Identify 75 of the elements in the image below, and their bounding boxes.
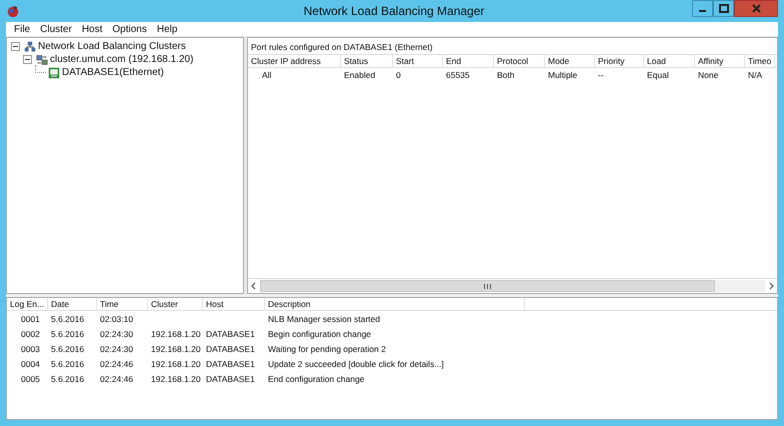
collapse-icon[interactable] <box>23 55 32 64</box>
column-header[interactable]: Log En... <box>7 298 48 310</box>
menu-item[interactable]: Host <box>76 24 108 34</box>
tree-item[interactable]: Network Load Balancing Clusters <box>38 41 186 52</box>
table-cell-text: 02:24:30 <box>99 328 134 340</box>
table-cell-text: 65535 <box>445 69 471 82</box>
network-icon <box>24 40 36 52</box>
column-header[interactable]: Cluster IP address <box>248 55 341 67</box>
column-header[interactable]: Host <box>203 298 265 310</box>
table-cell-text: Equal <box>646 69 670 82</box>
table-cell-text: 0005 <box>20 372 41 386</box>
table-cell-text: 5.6.2016 <box>50 342 86 356</box>
table-cell-text: DATABASE1 <box>205 358 256 370</box>
table-cell-text: NLB Manager session started <box>267 312 381 326</box>
menu-item[interactable]: Help <box>152 24 182 34</box>
column-header[interactable]: Priority <box>595 55 644 67</box>
table-cell-text: 5.6.2016 <box>50 328 86 340</box>
minimize-button[interactable] <box>692 0 713 17</box>
table-cell-text: DATABASE1 <box>205 342 256 356</box>
maximize-button[interactable] <box>713 0 734 17</box>
column-header[interactable]: Start <box>393 55 443 67</box>
column-header[interactable]: Cluster <box>148 298 203 310</box>
table-cell-text: Multiple <box>547 69 578 82</box>
table-cell-text: Enabled <box>343 69 376 82</box>
table-cell-text: N/A <box>747 69 764 82</box>
close-icon <box>752 4 760 13</box>
app-icon <box>6 4 20 18</box>
column-header[interactable]: Affinity <box>695 55 745 67</box>
table-cell-text: 0003 <box>20 342 41 356</box>
menu-item[interactable]: File <box>9 24 36 34</box>
table-cell-text: 02:24:46 <box>99 358 134 370</box>
column-header[interactable]: Protocol <box>494 55 545 67</box>
window-title: Network Load Balancing Manager <box>302 4 486 18</box>
column-header[interactable]: Time <box>97 298 148 310</box>
table-cell-text: Waiting for pending operation 2 <box>267 342 387 356</box>
table-cell-text: Update 2 succeeded [double click for details...] <box>267 358 445 371</box>
table-cell-text: 02:03:10 <box>99 312 134 326</box>
table-cell-text: 0001 <box>20 312 41 326</box>
column-header[interactable]: Mode <box>545 55 595 67</box>
table-cell-text: 5.6.2016 <box>50 312 86 326</box>
table-cell-text: 192.168.1.20 <box>150 358 202 370</box>
table-cell-text: 5.6.2016 <box>50 358 86 370</box>
column-header[interactable]: Status <box>341 55 393 67</box>
table-cell-text: Both <box>496 69 516 82</box>
column-header[interactable]: End <box>443 55 494 67</box>
table-cell-text: DATABASE1 <box>205 372 256 386</box>
table-cell-text: 0 <box>395 69 402 82</box>
server-cluster-icon <box>36 54 48 66</box>
table-cell-text: 192.168.1.20 <box>150 342 202 356</box>
tree-item[interactable]: DATABASE1(Ethernet) <box>62 67 164 78</box>
table-cell-text: 192.168.1.20 <box>150 328 202 340</box>
column-header[interactable]: Timeo <box>745 55 775 67</box>
table-cell-text: End configuration change <box>267 372 366 386</box>
table-cell-text: 0002 <box>20 328 41 340</box>
table-cell-text: 02:24:30 <box>99 342 134 356</box>
menu-item[interactable]: Options <box>107 24 152 34</box>
table-cell-text: 192.168.1.20 <box>150 372 202 386</box>
table-cell-text: DATABASE1 <box>205 328 256 340</box>
panel-caption: Port rules configured on DATABASE1 (Ethernet) <box>250 41 434 54</box>
table-cell-text: 5.6.2016 <box>50 372 86 386</box>
collapse-icon[interactable] <box>11 42 20 51</box>
column-header[interactable]: Load <box>644 55 695 67</box>
column-header[interactable]: Description <box>265 298 525 310</box>
menu-item[interactable]: Cluster <box>35 24 77 34</box>
tree-item[interactable]: cluster.umut.com (192.168.1.20) <box>50 54 194 65</box>
table-cell-text: 0004 <box>20 358 41 370</box>
table-cell-text: Begin configuration change <box>267 328 372 341</box>
close-button[interactable] <box>734 0 778 17</box>
table-cell-text: -- <box>597 69 605 82</box>
table-cell-text: None <box>697 69 720 82</box>
scrollbar-thumb[interactable] <box>260 280 714 292</box>
table-cell-text: 02:24:46 <box>99 372 134 386</box>
table-cell-text: All <box>261 69 272 82</box>
column-header[interactable]: Date <box>48 298 97 310</box>
computer-icon <box>48 66 60 78</box>
